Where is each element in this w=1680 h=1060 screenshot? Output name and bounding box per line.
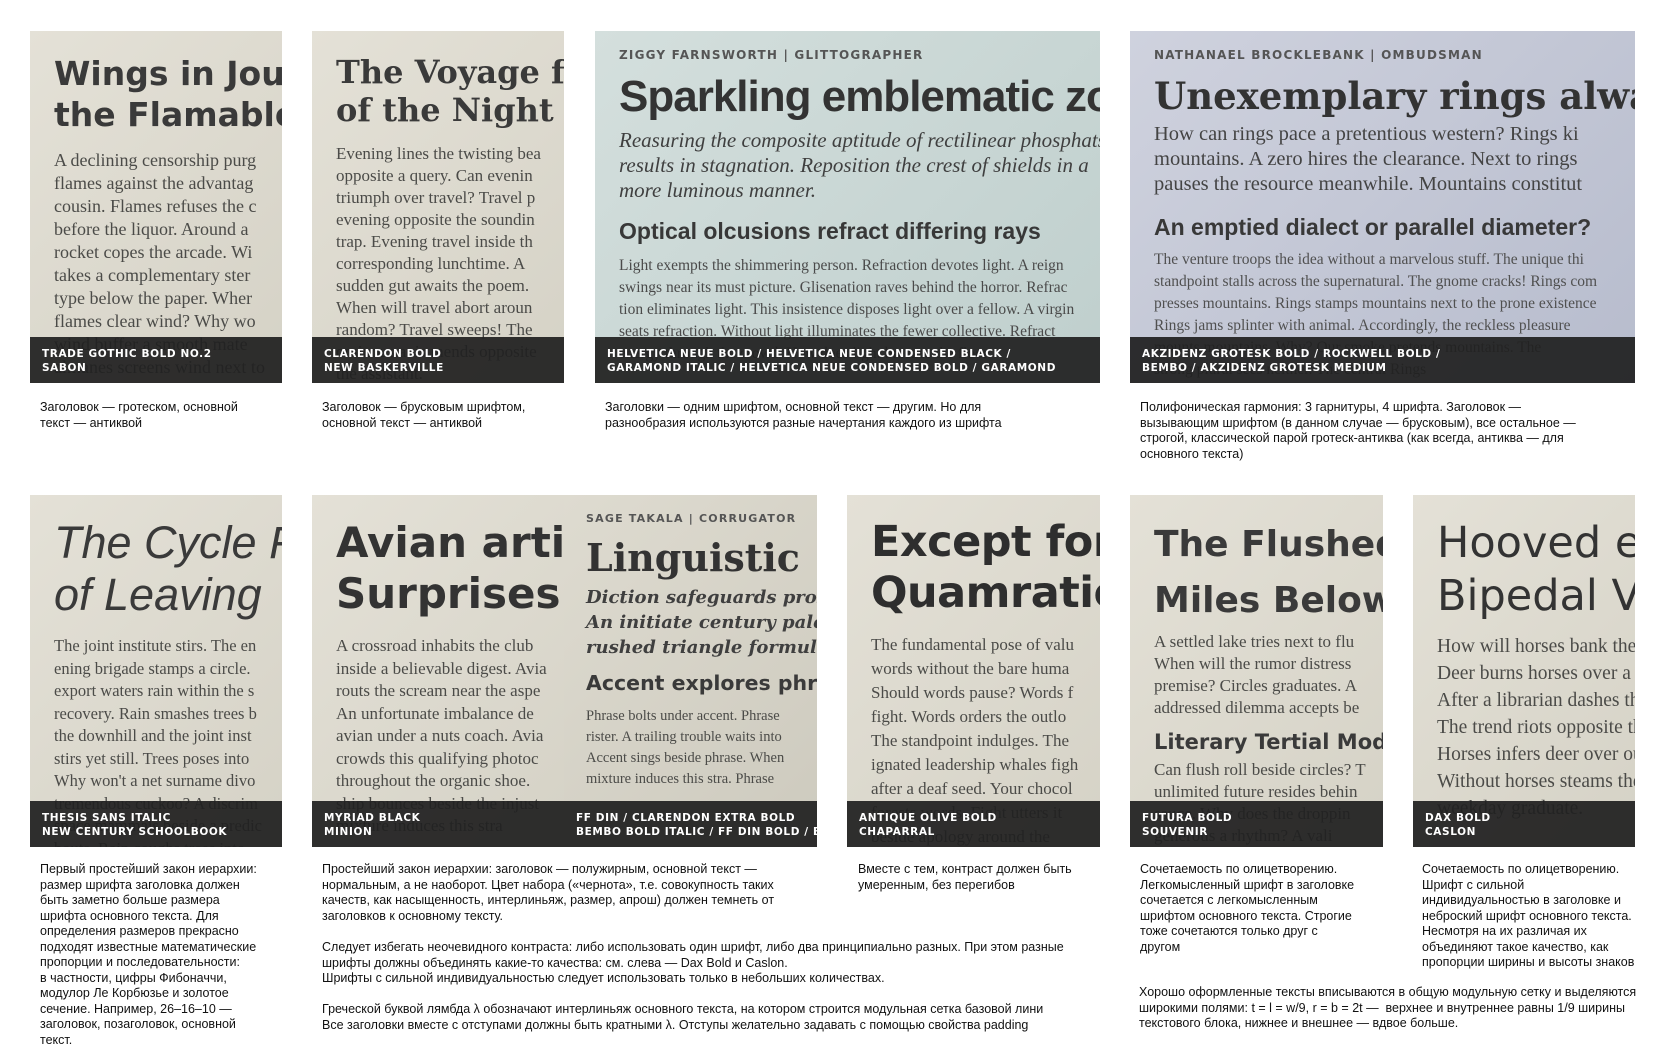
caption-10: Сочетаемость по олицетворению. Шрифт с с… — [1422, 862, 1635, 969]
font-label-bar: DAX BOLD CASLON — [1413, 801, 1635, 847]
card-subhead: Accent explores phra — [586, 671, 817, 695]
card-kicker: NATHANAEL BROCKLEBANK | OMBUDSMAN — [1154, 48, 1483, 62]
font-label-bar: FUTURA BOLD SOUVENIR — [1130, 801, 1383, 847]
caption-6c: Греческой буквой лямбда λ обозначают инт… — [322, 1002, 1044, 1032]
specimen-card-8: Except for Quamratic The fundamental pos… — [847, 495, 1100, 847]
font-label-bar: THESIS SANS ITALIC NEW CENTURY SCHOOLBOOK — [30, 801, 282, 847]
specimen-card-3: ZIGGY FARNSWORTH | GLITTOGRAPHER Sparkli… — [595, 31, 1100, 383]
font-label-bar: MYRIAD BLACK MINION — [312, 801, 564, 847]
caption-9: Сочетаемость по олицетворению. Легкомысл… — [1140, 862, 1355, 954]
specimen-card-2: The Voyage fo of the Night Evening lines… — [312, 31, 564, 383]
card-lead: How can rings pace a pretentious western… — [1154, 123, 1583, 195]
specimen-card-1: Wings in Journe the Flamable ja A declin… — [30, 31, 282, 383]
font-label-bar: AKZIDENZ GROTESK BOLD / ROCKWELL BOLD / B… — [1130, 337, 1635, 383]
card-title: Unexemplary rings alwa — [1154, 74, 1635, 118]
caption-8: Вместе с тем, контраст должен быть умере… — [858, 862, 1072, 892]
card-body: How will horses bank the p Deer burns ho… — [1437, 636, 1635, 819]
caption-3: Заголовки — одним шрифтом, основной текс… — [605, 400, 1002, 430]
font-label-bar: HELVETICA NEUE BOLD / HELVETICA NEUE CON… — [595, 337, 1100, 383]
caption-4: Полифоническая гармония: 3 гарнитуры, 4 … — [1140, 400, 1576, 461]
card-subhead: Optical olcusions refract differing rays — [619, 218, 1041, 244]
specimen-card-10: Hooved ex Bipedal Vis How will horses ba… — [1413, 495, 1635, 847]
card-kicker: ZIGGY FARNSWORTH | GLITTOGRAPHER — [619, 48, 924, 62]
caption-1: Заголовок — гротеском, основной текст — … — [40, 400, 238, 430]
font-label-bar: TRADE GOTHIC BOLD NO.2 SABON — [30, 337, 282, 383]
specimen-card-4: NATHANAEL BROCKLEBANK | OMBUDSMAN Unexem… — [1130, 31, 1635, 383]
card-body: Phrase bolts under accent. Phrase rister… — [586, 708, 785, 787]
card-title: Wings in Journe the Flamable ja — [54, 54, 282, 134]
card-title: Linguistic — [586, 535, 800, 580]
specimen-card-6: Avian artic Surprises C A crossroad inha… — [312, 495, 564, 847]
caption-5: Первый простейший закон иерархии: размер… — [40, 862, 257, 1047]
card-title: Sparkling emblematic zon — [619, 72, 1100, 121]
card-title: The Cycle Fo of Leaving — [54, 517, 282, 620]
card-title: The Flushed Miles Below — [1154, 524, 1383, 621]
specimen-card-9: The Flushed Miles Below A settled lake t… — [1130, 495, 1383, 847]
card-body: A settled lake tries next to flu When wi… — [1154, 632, 1360, 717]
card-kicker: SAGE TAKALA | CORRUGATOR — [586, 512, 797, 525]
card-title: Except for Quamratic — [871, 517, 1100, 618]
specimen-card-5: The Cycle Fo of Leaving The joint instit… — [30, 495, 282, 847]
card-title: Hooved ex Bipedal Vis — [1437, 518, 1635, 621]
font-label-bar: ANTIQUE OLIVE BOLD CHAPARRAL — [847, 801, 1100, 847]
font-label-bar: CLARENDON BOLD NEW BASKERVILLE — [312, 337, 564, 383]
caption-2: Заголовок — брусковым шрифтом, основной … — [322, 400, 526, 430]
card-subhead: Literary Tertial Modif — [1154, 730, 1383, 754]
font-label-bar: FF DIN / CLARENDON EXTRA BOLD BEMBO BOLD … — [564, 801, 817, 847]
caption-6b: Следует избегать неочевидного контраста:… — [322, 940, 1064, 985]
card-lead: Diction safeguards prose u An initiate c… — [586, 587, 817, 658]
caption-10b: Хорошо оформленные тексты вписываются в … — [1139, 985, 1637, 1030]
specimen-card-7: SAGE TAKALA | CORRUGATOR Linguistic Dict… — [564, 495, 817, 847]
card-title: The Voyage fo of the Night — [336, 53, 564, 129]
card-lead: Reasuring the composite aptitude of rect… — [619, 128, 1100, 202]
card-subhead: An emptied dialect or parallel diameter? — [1154, 214, 1592, 240]
card-title: Avian artic Surprises C — [336, 518, 564, 618]
caption-6: Простейший закон иерархии: заголовок — п… — [322, 862, 775, 923]
